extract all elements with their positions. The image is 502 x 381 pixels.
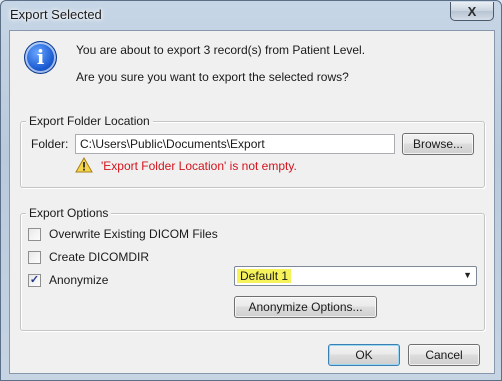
info-icon: i xyxy=(24,41,57,74)
overwrite-option[interactable]: Overwrite Existing DICOM Files xyxy=(28,227,218,241)
message-line-1: You are about to export 3 record(s) from… xyxy=(76,43,366,57)
dicomdir-label: Create DICOMDIR xyxy=(49,250,150,264)
dialog-title: Export Selected xyxy=(10,7,102,22)
anonymize-checkbox[interactable]: ✓ xyxy=(28,273,41,287)
folder-path-input[interactable] xyxy=(75,134,395,154)
anonymize-profile-select[interactable]: Default 1 ▼ xyxy=(234,266,477,286)
message-line-2: Are you sure you want to export the sele… xyxy=(76,70,349,84)
close-button[interactable]: X xyxy=(450,2,494,21)
browse-button[interactable]: Browse... xyxy=(402,133,474,155)
ok-button[interactable]: OK xyxy=(328,344,400,366)
check-icon: ✓ xyxy=(29,273,40,286)
anonymize-options-button[interactable]: Anonymize Options... xyxy=(234,296,377,318)
close-icon: X xyxy=(467,3,477,19)
title-bar[interactable]: Export Selected X xyxy=(1,1,501,29)
anonymize-label: Anonymize xyxy=(49,273,109,287)
dialog-body: i You are about to export 3 record(s) fr… xyxy=(9,30,495,374)
anonymize-profile-value: Default 1 xyxy=(237,269,291,283)
chevron-down-icon: ▼ xyxy=(463,270,472,280)
cancel-button[interactable]: Cancel xyxy=(408,344,480,366)
dicomdir-option[interactable]: Create DICOMDIR xyxy=(28,250,149,264)
overwrite-label: Overwrite Existing DICOM Files xyxy=(49,227,218,241)
export-folder-group-title: Export Folder Location xyxy=(26,114,153,128)
folder-warning-text: 'Export Folder Location' is not empty. xyxy=(101,159,297,173)
folder-label: Folder: xyxy=(31,137,69,151)
overwrite-checkbox[interactable] xyxy=(28,227,41,241)
dialog-window: Export Selected X i You are about to exp… xyxy=(0,0,502,381)
warning-icon xyxy=(75,157,93,173)
dicomdir-checkbox[interactable] xyxy=(28,250,41,264)
export-options-group-title: Export Options xyxy=(26,206,112,220)
anonymize-option[interactable]: ✓ Anonymize xyxy=(28,273,108,287)
